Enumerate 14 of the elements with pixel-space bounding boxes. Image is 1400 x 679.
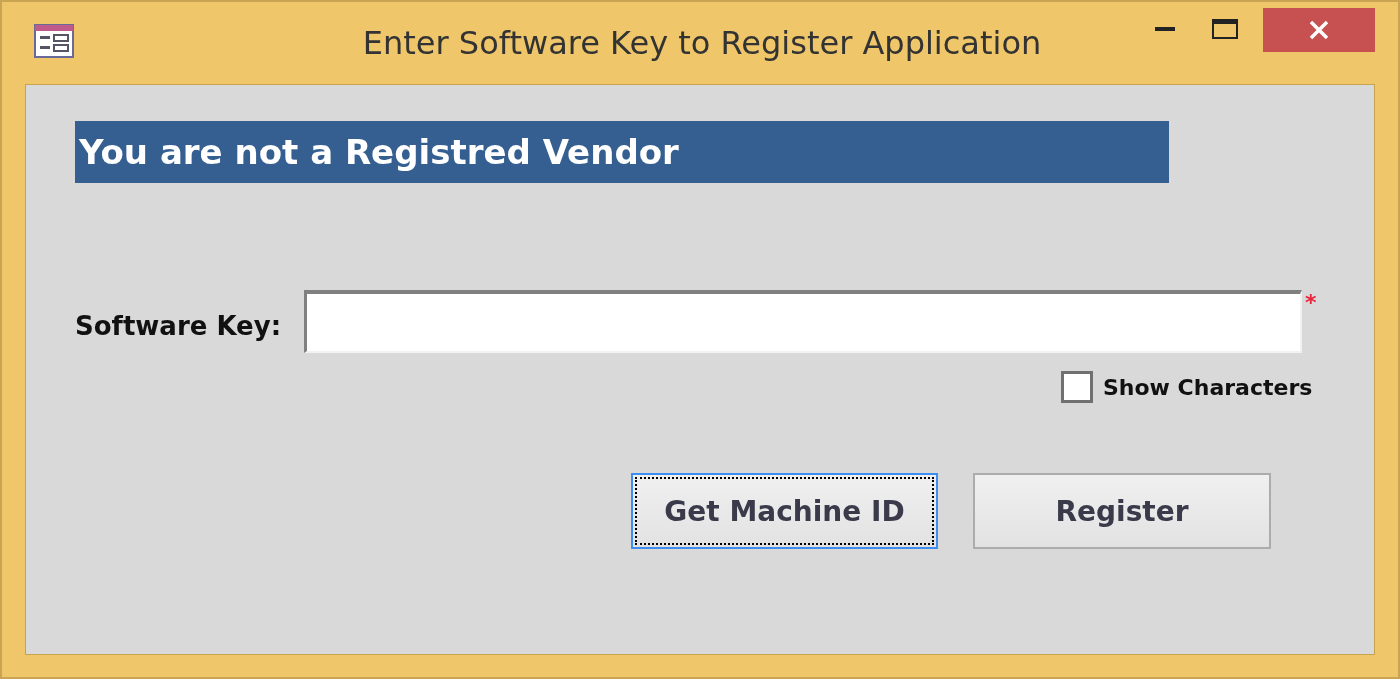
close-icon <box>1309 20 1329 40</box>
software-key-input[interactable] <box>304 290 1302 353</box>
form-icon <box>34 24 74 58</box>
checkbox[interactable] <box>1061 371 1093 403</box>
close-button[interactable] <box>1263 8 1375 52</box>
minimize-icon <box>1155 27 1175 31</box>
field-label: Software Key: <box>75 310 283 341</box>
dialog-button[interactable]: Register <box>973 473 1271 549</box>
checkbox-label: Show Characters <box>1103 374 1313 400</box>
window-title: Enter Software Key to Register Application <box>361 24 1043 62</box>
dialog-button[interactable]: Get Machine ID <box>631 473 938 549</box>
maximize-icon <box>1212 19 1238 39</box>
required-mark: * <box>1305 290 1317 315</box>
status-banner: You are not a Registred Vendor <box>75 121 1169 183</box>
